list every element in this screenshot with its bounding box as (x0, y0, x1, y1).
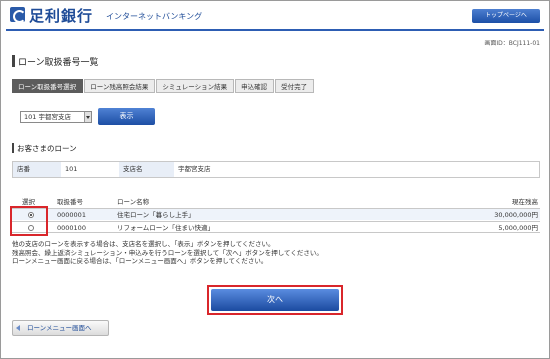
loan-balance: 5,000,000円 (498, 224, 538, 232)
loan-balance: 30,000,000円 (494, 211, 538, 219)
loan-number: 0000100 (57, 224, 86, 232)
radio-highlight-box (10, 206, 48, 236)
bank-logo-icon (10, 7, 26, 23)
loan-name: 住宅ローン「暮らし上手」 (117, 211, 195, 219)
note-line: 他の支店のローンを表示する場合は、支店名を選択し、「表示」ボタンを押してください… (12, 240, 275, 248)
page-title: ローン取扱番号一覧 (18, 58, 99, 68)
service-name: インターネットバンキング (106, 12, 203, 21)
column-header-balance: 現在残高 (512, 198, 538, 206)
top-page-button[interactable]: トップページへ (472, 9, 540, 23)
display-button[interactable]: 表示 (98, 108, 155, 125)
branch-select[interactable]: 101 宇都宮支店 (20, 111, 92, 123)
step-progress-bar: ローン取扱番号選択 ローン残高照会結果 シミュレーション結果 申込確認 受付完了 (12, 79, 315, 93)
store-number-value: 101 (65, 165, 78, 173)
back-to-loan-menu-button[interactable]: ローンメニュー画面へ (12, 320, 109, 336)
title-marker (12, 55, 15, 67)
chevron-down-icon[interactable] (84, 112, 91, 122)
branch-name-label: 支店名 (119, 162, 174, 177)
next-button[interactable]: 次へ (211, 289, 339, 311)
step-complete: 受付完了 (275, 79, 315, 93)
branch-info-row: 店番 101 支店名 宇都宮支店 (12, 161, 540, 178)
chevron-left-icon (16, 325, 20, 331)
screen-id: 画面ID：BCJ111-01 (484, 40, 540, 47)
note-line: ローンメニュー画面に戻る場合は、「ローンメニュー画面へ」ボタンを押してください。 (12, 257, 268, 265)
column-header-loan-name: ローン名称 (117, 198, 150, 206)
header-divider (6, 29, 544, 31)
table-row[interactable]: 0000001 住宅ローン「暮らし上手」 30,000,000円 (12, 208, 540, 220)
column-header-number: 取扱番号 (57, 198, 83, 206)
loan-number: 0000001 (57, 211, 86, 219)
step-loan-number-select: ローン取扱番号選択 (12, 79, 84, 93)
bank-name: 足利銀行 (29, 7, 94, 25)
step-balance-result: ローン残高照会結果 (84, 79, 156, 93)
instruction-notes: 他の支店のローンを表示する場合は、支店名を選択し、「表示」ボタンを押してください… (12, 240, 323, 266)
loan-name: リフォームローン「住まい快適」 (117, 224, 214, 232)
table-row[interactable]: 0000100 リフォームローン「住まい快適」 5,000,000円 (12, 221, 540, 233)
column-header-select: 選択 (22, 198, 35, 206)
note-line: 残高照会、繰上返済シミュレーション・申込みを行うローンを選択して「次へ」ボタンを… (12, 248, 323, 257)
step-application-confirm: 申込確認 (235, 79, 275, 93)
branch-name-value: 宇都宮支店 (178, 165, 211, 173)
section-title: お客さまのローン (17, 144, 77, 153)
section-marker (12, 143, 14, 153)
step-simulation-result: シミュレーション結果 (156, 79, 235, 93)
store-number-label: 店番 (13, 162, 61, 177)
